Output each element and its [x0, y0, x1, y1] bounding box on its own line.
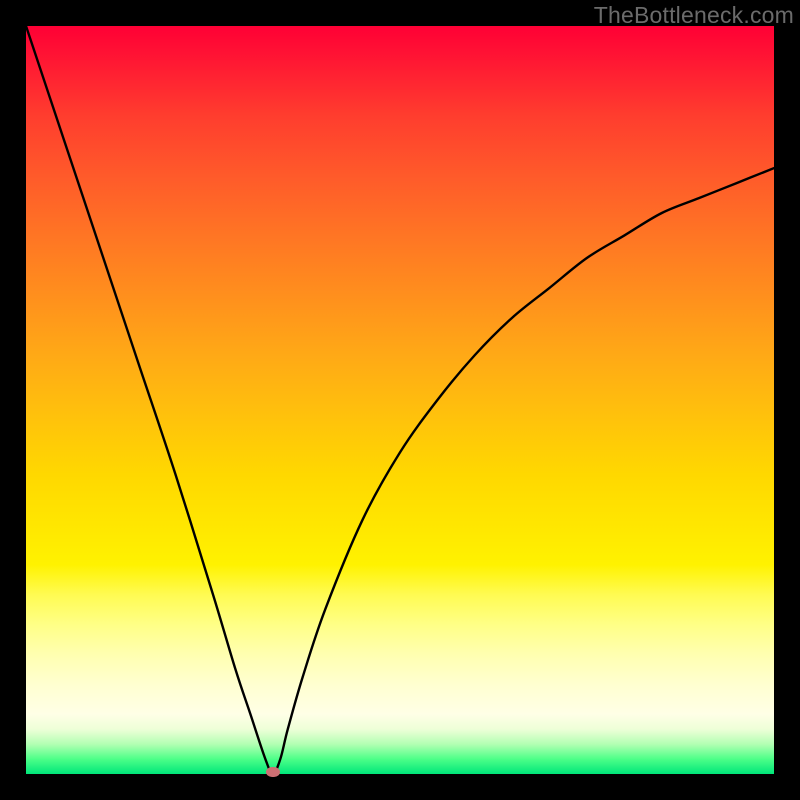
- chart-frame: [26, 26, 774, 774]
- watermark-text: TheBottleneck.com: [594, 2, 794, 29]
- minimum-marker: [266, 767, 280, 777]
- bottleneck-curve: [26, 26, 774, 774]
